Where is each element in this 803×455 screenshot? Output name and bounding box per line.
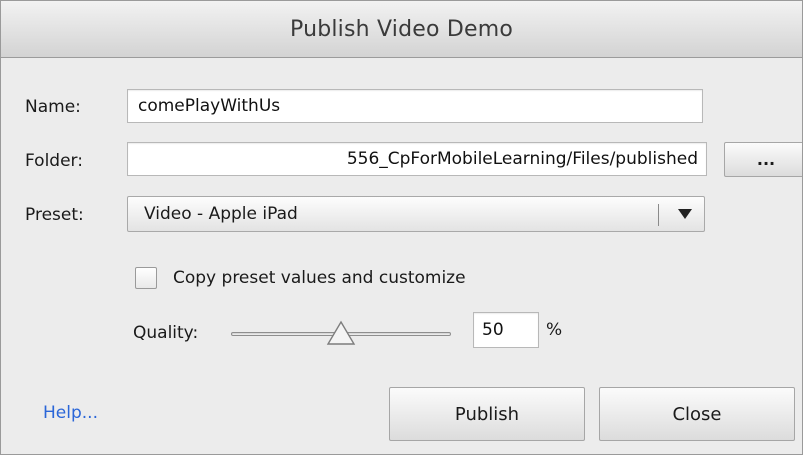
folder-field[interactable]: 556_CpForMobileLearning/Files/published [127,142,707,176]
name-label: Name: [25,97,81,117]
customize-checkbox[interactable] [135,267,157,289]
customize-label: Copy preset values and customize [173,268,466,288]
quality-input-value: 50 [482,320,504,340]
publish-button[interactable]: Publish [389,387,585,441]
quality-label: Quality: [133,323,199,343]
name-field[interactable]: comePlayWithUs [127,89,703,123]
name-field-value: comePlayWithUs [138,96,281,116]
title-bar[interactable]: Publish Video Demo [1,1,802,58]
quality-input[interactable]: 50 [473,312,539,348]
quality-slider-thumb[interactable] [326,320,356,346]
dialog-title: Publish Video Demo [289,16,513,42]
folder-label: Folder: [25,151,83,171]
browse-folder-button[interactable]: ... [724,142,802,177]
chevron-down-icon [678,209,692,219]
preset-label: Preset: [25,205,84,225]
folder-field-value: 556_CpForMobileLearning/Files/published [346,149,698,169]
publish-button-label: Publish [454,403,520,425]
browse-folder-button-label: ... [756,150,776,169]
quality-unit: % [546,320,563,340]
help-link[interactable]: Help... [43,403,98,423]
preset-select-divider [658,204,659,226]
preset-selected-value: Video - Apple iPad [144,204,298,224]
close-button[interactable]: Close [599,387,795,441]
close-button-label: Close [672,403,722,425]
publish-dialog: Publish Video Demo Name: comePlayWithUs … [0,0,803,455]
preset-select[interactable]: Video - Apple iPad [127,196,705,232]
